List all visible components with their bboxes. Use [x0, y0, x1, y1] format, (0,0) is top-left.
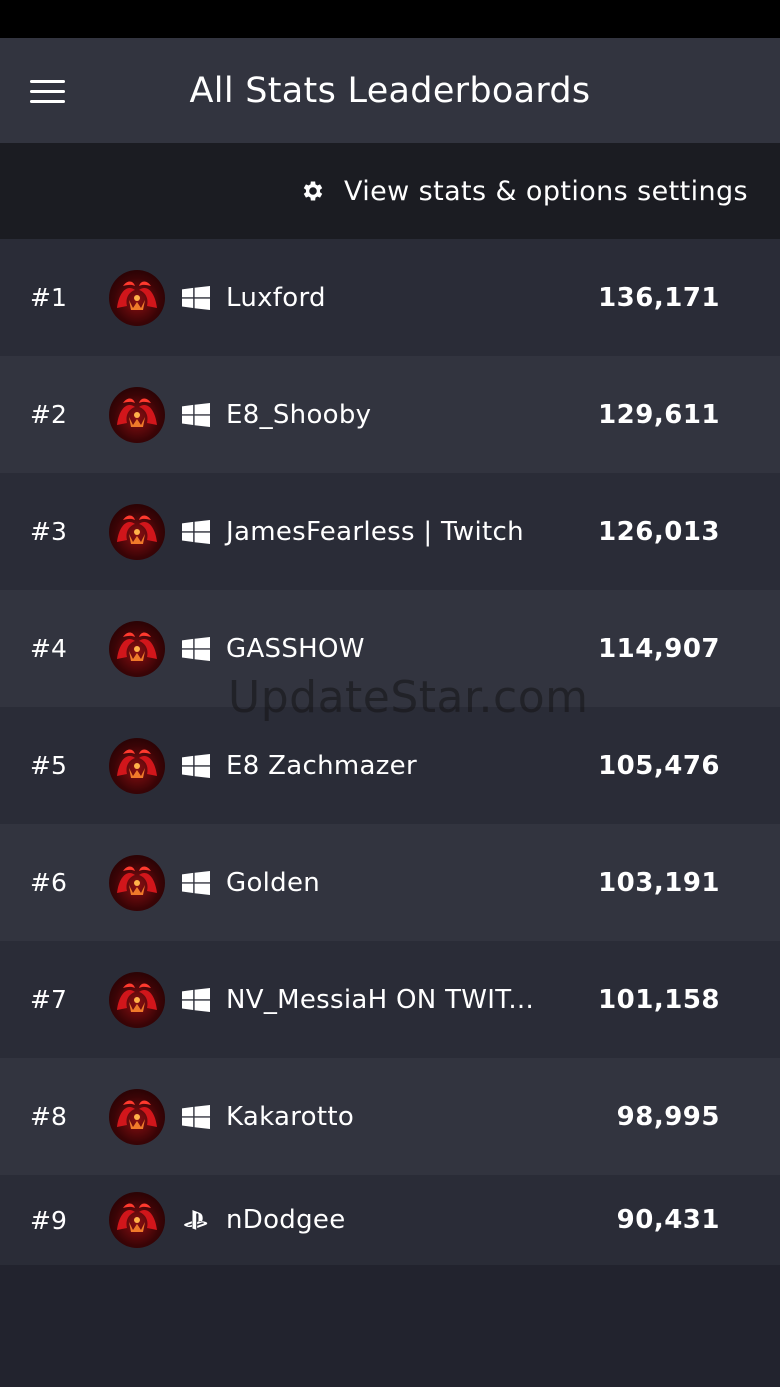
app-header: All Stats Leaderboards: [0, 38, 780, 143]
player-avatar: [109, 1192, 165, 1248]
leaderboard-row[interactable]: #7 NV_MessiaH ON TWIT... 101,158: [0, 941, 780, 1058]
windows-icon: [182, 402, 210, 427]
leaderboard-list: #1 Luxford 136,171 #2 E8_Shooby 129,611 …: [0, 239, 780, 1265]
rank-label: #6: [30, 868, 67, 897]
player-avatar: [109, 854, 165, 911]
player-name: GASSHOW: [226, 633, 365, 664]
leaderboard-row[interactable]: #2 E8_Shooby 129,611: [0, 356, 780, 473]
player-score: 101,158: [598, 984, 720, 1015]
status-bar: [0, 0, 780, 38]
settings-label: View stats & options settings: [343, 175, 748, 207]
player-score: 136,171: [598, 282, 720, 313]
player-score: 129,611: [598, 399, 720, 430]
leaderboard-row[interactable]: #3 JamesFearless | Twitch 126,013: [0, 473, 780, 590]
player-name: NV_MessiaH ON TWIT...: [226, 984, 535, 1015]
windows-icon: [182, 519, 210, 544]
rank-label: #2: [30, 400, 67, 429]
player-name: E8_Shooby: [226, 399, 372, 430]
player-score: 126,013: [598, 516, 720, 547]
player-name: E8 Zachmazer: [226, 750, 417, 781]
windows-icon: [182, 870, 210, 895]
player-score: 114,907: [598, 633, 720, 664]
player-score: 90,431: [616, 1205, 720, 1235]
leaderboard-row[interactable]: #4 GASSHOW 114,907: [0, 590, 780, 707]
rank-label: #8: [30, 1102, 67, 1131]
player-name: Golden: [226, 867, 321, 898]
player-avatar: [109, 620, 165, 677]
player-avatar: [109, 971, 165, 1028]
windows-icon: [182, 636, 210, 661]
windows-icon: [182, 753, 210, 778]
rank-label: #7: [30, 985, 67, 1014]
player-score: 98,995: [616, 1101, 720, 1132]
leaderboard-row[interactable]: #5 E8 Zachmazer 105,476: [0, 707, 780, 824]
player-name: Kakarotto: [226, 1101, 355, 1132]
settings-button[interactable]: View stats & options settings: [0, 143, 780, 239]
player-avatar: [109, 503, 165, 560]
windows-icon: [182, 285, 210, 310]
leaderboard-row[interactable]: #1 Luxford 136,171: [0, 239, 780, 356]
player-avatar: [109, 386, 165, 443]
leaderboard-row[interactable]: #6 Golden 103,191: [0, 824, 780, 941]
rank-label: #5: [30, 751, 67, 780]
player-name: Luxford: [226, 282, 326, 313]
player-avatar: [109, 1088, 165, 1145]
player-avatar: [109, 737, 165, 794]
player-name: nDodgee: [226, 1205, 346, 1235]
windows-icon: [182, 1104, 210, 1129]
player-score: 105,476: [598, 750, 720, 781]
page-title: All Stats Leaderboards: [189, 70, 591, 111]
leaderboard-row[interactable]: #8 Kakarotto 98,995: [0, 1058, 780, 1175]
gear-icon: [303, 181, 323, 201]
player-score: 103,191: [598, 867, 720, 898]
rank-label: #9: [30, 1205, 67, 1235]
player-name: JamesFearless | Twitch: [226, 516, 524, 547]
leaderboard-row[interactable]: #9 nDodgee 90,431: [0, 1175, 780, 1265]
player-avatar: [109, 269, 165, 326]
windows-icon: [182, 987, 210, 1012]
rank-label: #3: [30, 517, 67, 546]
hamburger-menu-icon[interactable]: [30, 74, 76, 108]
rank-label: #4: [30, 634, 67, 663]
rank-label: #1: [30, 283, 67, 312]
playstation-icon: [182, 1208, 210, 1232]
